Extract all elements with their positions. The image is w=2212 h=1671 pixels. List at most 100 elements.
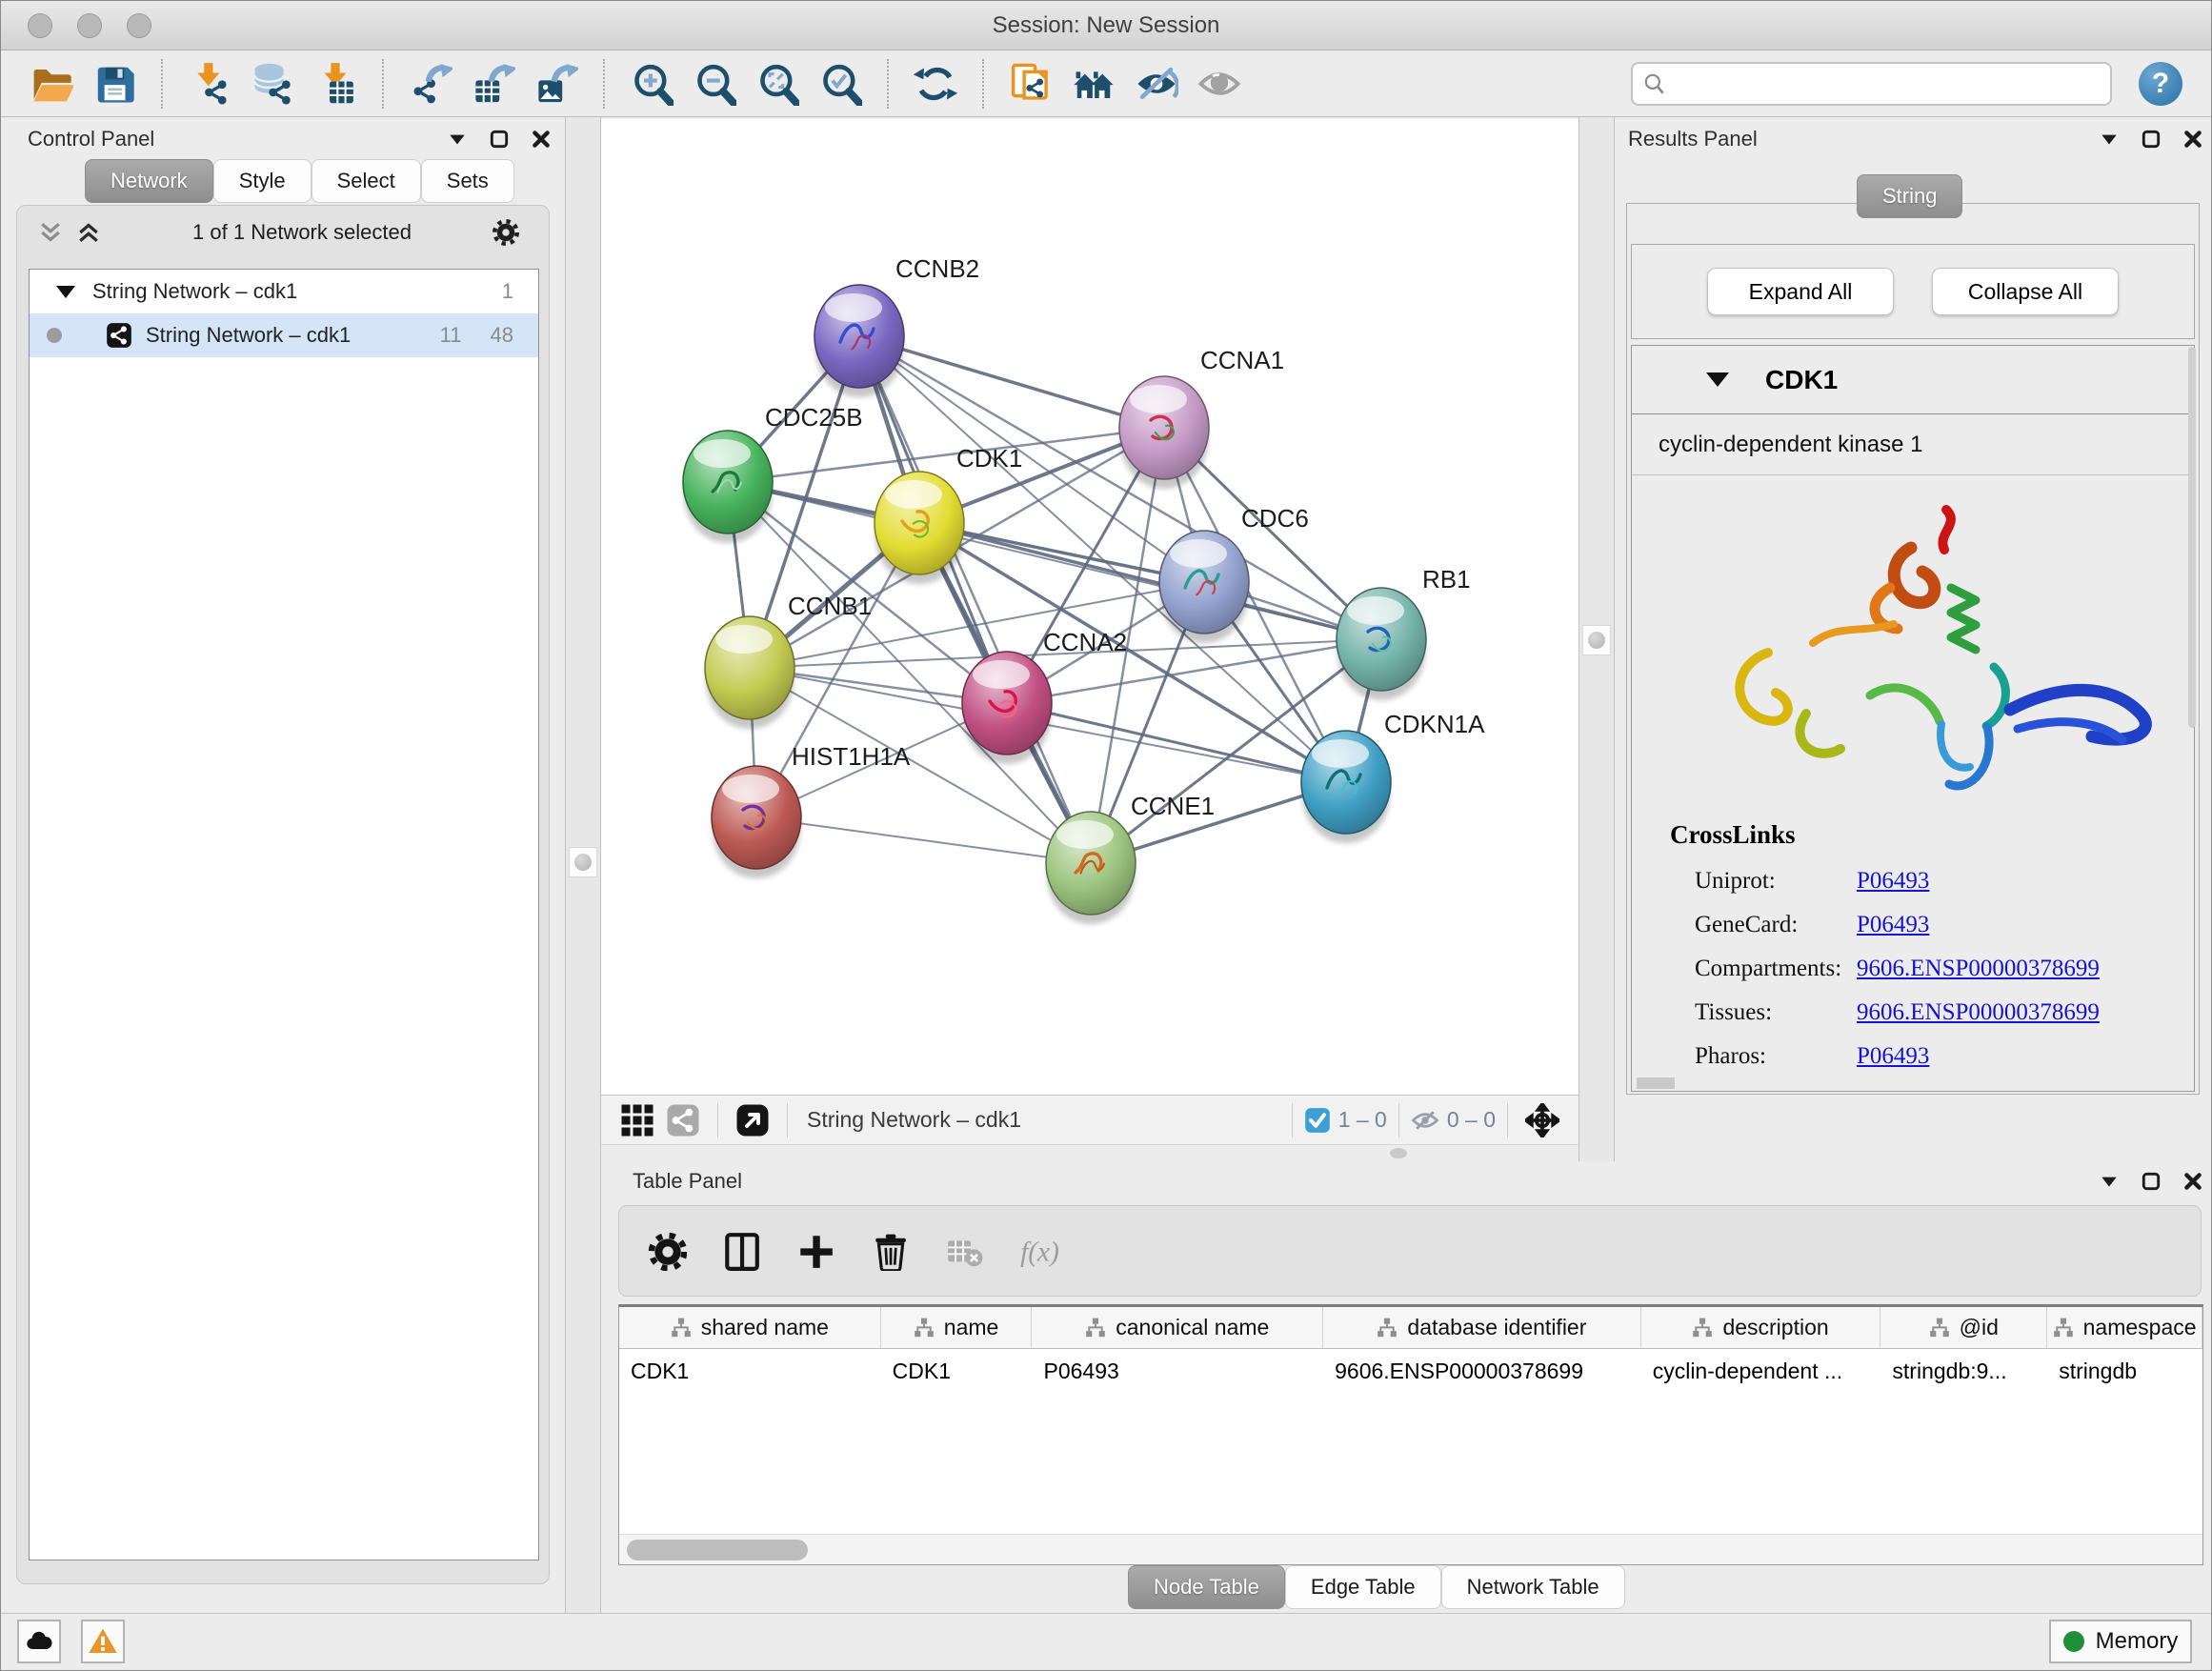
- tab-node-table[interactable]: Node Table: [1128, 1565, 1285, 1609]
- table-cell[interactable]: stringdb: [2047, 1349, 2202, 1397]
- node-CDK1[interactable]: CDK1: [875, 444, 1022, 584]
- node-CCNB2[interactable]: CCNB2: [814, 254, 979, 397]
- edge-HIST1H1A-CCNE1[interactable]: [756, 817, 1091, 863]
- column-header-description[interactable]: description: [1641, 1307, 1881, 1348]
- first-neighbors-button[interactable]: [1067, 57, 1120, 111]
- expand-all-button[interactable]: Expand All: [1707, 268, 1894, 315]
- import-table-from-file-button[interactable]: [309, 57, 362, 111]
- show-all-button[interactable]: [1193, 57, 1246, 111]
- right-splitter[interactable]: [1579, 117, 1615, 1161]
- tab-select[interactable]: Select: [312, 159, 421, 203]
- import-network-from-database-button[interactable]: [246, 57, 299, 111]
- tab-network[interactable]: Network: [85, 159, 213, 203]
- table-settings-button[interactable]: [642, 1226, 692, 1276]
- column-header-namespace[interactable]: namespace: [2047, 1307, 2202, 1348]
- network-canvas[interactable]: CCNB2 CCNA1 CDC25BCDK1 CDC6RB1 CCNB1 CCNA2 CDK…: [601, 119, 1579, 1095]
- node-CCNB1[interactable]: CCNB1: [705, 592, 872, 729]
- hidden-eye-icon[interactable]: [1411, 1106, 1439, 1135]
- expand-all-networks-icon[interactable]: [74, 218, 103, 247]
- panel-close-icon[interactable]: [2182, 129, 2203, 150]
- cloud-status-button[interactable]: [17, 1620, 61, 1663]
- node-CDC6[interactable]: CDC6: [1159, 504, 1309, 643]
- collapse-all-networks-icon[interactable]: [36, 218, 65, 247]
- node-CCNA1[interactable]: CCNA1: [1119, 346, 1284, 489]
- node-CCNA2[interactable]: CCNA2: [962, 628, 1127, 764]
- table-cell[interactable]: cyclin-dependent ...: [1641, 1349, 1881, 1397]
- zoom-fit-button[interactable]: [751, 57, 804, 111]
- table-row[interactable]: CDK1CDK1P064939606.ENSP00000378699cyclin…: [619, 1349, 2202, 1397]
- network-options-gear-icon[interactable]: [492, 218, 520, 247]
- node-HIST1H1A[interactable]: HIST1H1A: [712, 742, 911, 878]
- tab-network-table[interactable]: Network Table: [1441, 1565, 1625, 1609]
- network-collection-row[interactable]: String Network – cdk1 1: [30, 270, 538, 313]
- tab-edge-table[interactable]: Edge Table: [1285, 1565, 1441, 1609]
- column-header-canonical-name[interactable]: canonical name: [1032, 1307, 1323, 1348]
- network-row[interactable]: String Network – cdk1 11 48: [30, 313, 538, 357]
- birdseye-view-button[interactable]: [730, 1099, 775, 1141]
- table-cell[interactable]: stringdb:9...: [1880, 1349, 2047, 1397]
- node-CDKN1A[interactable]: CDKN1A: [1301, 710, 1485, 843]
- panel-menu-icon[interactable]: [447, 129, 468, 150]
- column-header-shared-name[interactable]: shared name: [619, 1307, 881, 1348]
- save-session-button[interactable]: [88, 57, 141, 111]
- crosslink-value-link[interactable]: P06493: [1857, 1043, 1929, 1070]
- left-splitter[interactable]: [565, 117, 601, 1613]
- delete-table-button[interactable]: [939, 1226, 989, 1276]
- tree-expand-caret-icon[interactable]: [56, 286, 75, 298]
- column-header--id[interactable]: @id: [1880, 1307, 2047, 1348]
- zoom-in-button[interactable]: [625, 57, 678, 111]
- panel-float-icon[interactable]: [489, 129, 510, 150]
- node-CDC25B[interactable]: CDC25B: [683, 403, 863, 543]
- memory-button[interactable]: Memory: [2049, 1620, 2192, 1663]
- right-splitter-handle[interactable]: [1582, 625, 1611, 655]
- pan-mode-button[interactable]: [1519, 1099, 1565, 1141]
- table-cell[interactable]: CDK1: [881, 1349, 1033, 1397]
- export-table-button[interactable]: [467, 57, 520, 111]
- edge-CCNB2-CCNE1[interactable]: [859, 336, 1091, 863]
- collapse-all-button[interactable]: Collapse All: [1932, 268, 2119, 315]
- search-input[interactable]: [1675, 66, 2101, 102]
- column-header-name[interactable]: name: [881, 1307, 1033, 1348]
- horizontal-splitter[interactable]: [601, 1144, 1579, 1161]
- crosslink-value-link[interactable]: P06493: [1857, 868, 1929, 895]
- show-column-button[interactable]: [716, 1226, 766, 1276]
- show-grid-button[interactable]: [614, 1099, 660, 1141]
- search-box[interactable]: [1631, 62, 2112, 106]
- node-RB1[interactable]: RB1: [1337, 565, 1471, 700]
- function-builder-button[interactable]: f(x): [1014, 1226, 1063, 1276]
- network-share-view-button[interactable]: [660, 1099, 706, 1141]
- column-header-database-identifier[interactable]: database identifier: [1323, 1307, 1641, 1348]
- add-column-button[interactable]: [791, 1226, 840, 1276]
- table-cell[interactable]: 9606.ENSP00000378699: [1323, 1349, 1641, 1397]
- crosslink-value-link[interactable]: 9606.ENSP00000378699: [1857, 999, 2100, 1026]
- left-splitter-handle[interactable]: [569, 847, 597, 877]
- horizontal-splitter-handle[interactable]: [1390, 1148, 1407, 1158]
- warnings-button[interactable]: [81, 1620, 125, 1663]
- table-cell[interactable]: P06493: [1032, 1349, 1323, 1397]
- update-view-button[interactable]: [909, 57, 962, 111]
- table-hscrollbar[interactable]: [619, 1534, 2202, 1564]
- results-scrollbar[interactable]: [2188, 347, 2196, 728]
- table-cell[interactable]: CDK1: [619, 1349, 881, 1397]
- export-network-button[interactable]: [404, 57, 457, 111]
- panel-close-icon[interactable]: [2182, 1171, 2203, 1192]
- table-hscrollbar-thumb[interactable]: [627, 1540, 808, 1560]
- node-CCNE1[interactable]: CCNE1: [1046, 792, 1215, 924]
- crosslink-value-link[interactable]: 9606.ENSP00000378699: [1857, 956, 2100, 982]
- hide-selected-button[interactable]: [1130, 57, 1183, 111]
- panel-menu-icon[interactable]: [2099, 129, 2120, 150]
- zoom-out-button[interactable]: [688, 57, 741, 111]
- export-image-button[interactable]: [530, 57, 583, 111]
- edge-CCNA2-CDKN1A[interactable]: [1007, 703, 1346, 782]
- panel-float-icon[interactable]: [2141, 129, 2162, 150]
- selected-checkbox-icon[interactable]: [1304, 1107, 1331, 1134]
- gene-section-header[interactable]: CDK1: [1632, 346, 2194, 414]
- zoom-selected-button[interactable]: [814, 57, 867, 111]
- delete-column-button[interactable]: [865, 1226, 915, 1276]
- tab-string[interactable]: String: [1857, 174, 1962, 218]
- help-button[interactable]: ?: [2139, 62, 2182, 106]
- panel-float-icon[interactable]: [2141, 1171, 2162, 1192]
- crosslink-value-link[interactable]: P06493: [1857, 912, 1929, 938]
- tab-sets[interactable]: Sets: [421, 159, 514, 203]
- open-session-button[interactable]: [25, 57, 78, 111]
